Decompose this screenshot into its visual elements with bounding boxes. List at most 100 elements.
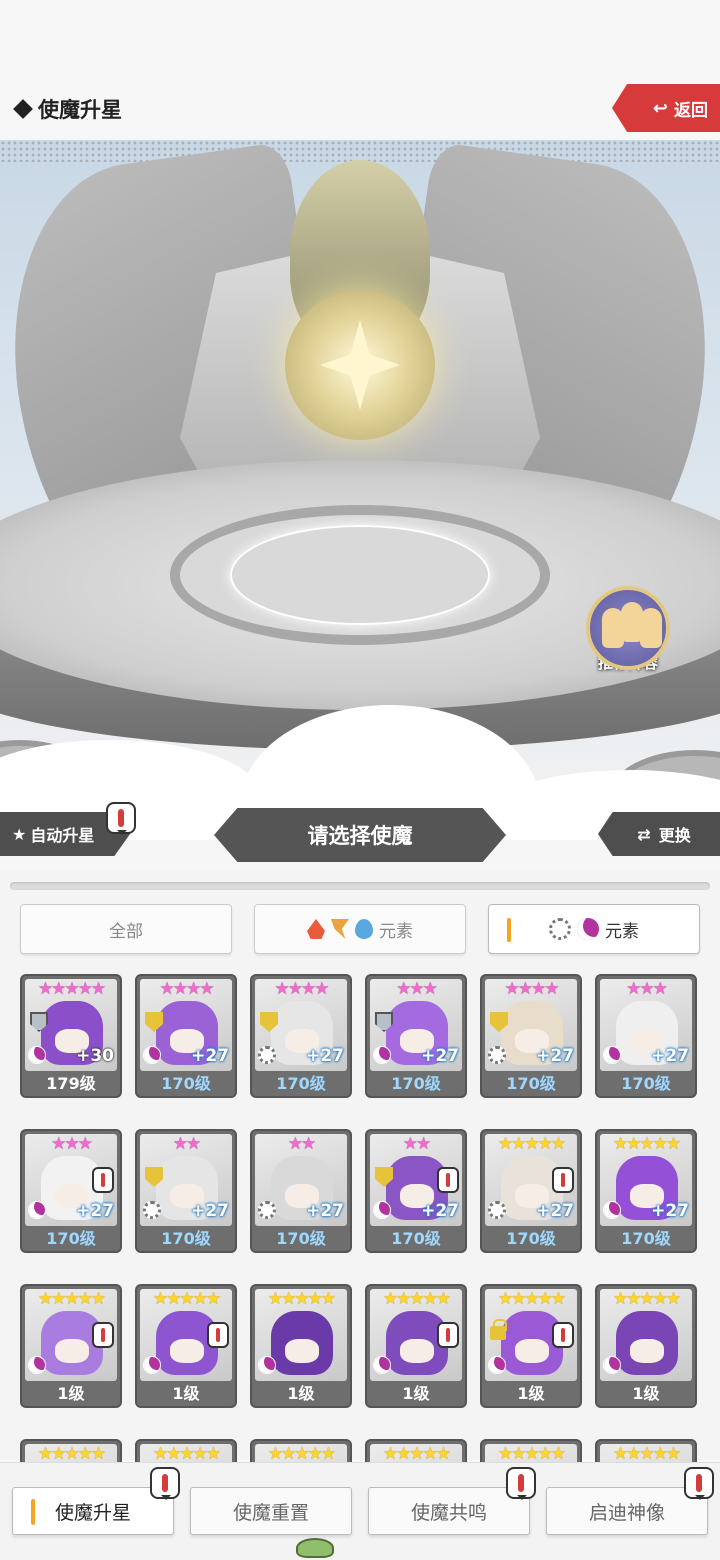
star-rating: ★★★★★: [497, 1134, 566, 1154]
dark-moon-icon: [28, 1201, 46, 1219]
alert-icon: [150, 1467, 180, 1500]
familiar-level: 170级: [621, 1229, 671, 1248]
familiar-card[interactable]: ★★★★★ +27 170级: [480, 1129, 582, 1253]
enhance-level: +27: [536, 1201, 574, 1221]
filter-all-button[interactable]: 全部: [20, 904, 232, 954]
familiar-card[interactable]: ★★★★ +27 170级: [250, 974, 352, 1098]
tab-label: 启迪神像: [588, 1501, 665, 1524]
familiar-face: [630, 1339, 664, 1363]
enhance-level: +30: [76, 1046, 114, 1066]
familiar-level: 170级: [506, 1229, 556, 1248]
dark-moon-icon: [258, 1356, 276, 1374]
familiar-level: 1级: [172, 1384, 200, 1403]
familiar-card[interactable]: ★★ +27 170级: [135, 1129, 237, 1253]
star-rating: ★★★★★: [382, 1289, 451, 1309]
magic-circle-inner: [230, 525, 490, 625]
familiar-level: 170级: [391, 1074, 441, 1093]
dark-moon-icon: [28, 1046, 46, 1064]
familiar-face: [170, 1339, 204, 1363]
familiar-card[interactable]: ★★★★★ 1级: [595, 1284, 697, 1408]
water-icon: [355, 919, 373, 939]
filter-element-label: 元素: [605, 921, 639, 942]
dark-moon-icon: [373, 1356, 391, 1374]
enhance-level: +27: [76, 1201, 114, 1221]
familiar-card[interactable]: ★★ +27 170级: [250, 1129, 352, 1253]
star-rating: ★★★: [626, 979, 668, 999]
alert-icon: [552, 1167, 574, 1193]
dark-moon-icon: [373, 1201, 391, 1219]
familiar-card[interactable]: ★★★★★ +30 179级: [20, 974, 122, 1098]
swap-label: 更换: [658, 826, 691, 845]
alert-icon: [684, 1467, 714, 1500]
familiar-card[interactable]: ★★★★★ 1级: [250, 1284, 352, 1408]
familiar-face: [285, 1339, 319, 1363]
statue-scene: [0, 140, 720, 840]
tab-label: 使魔共鸣: [410, 1501, 487, 1524]
familiar-level: 170级: [46, 1229, 96, 1248]
enhance-level: +27: [651, 1201, 689, 1221]
familiar-card[interactable]: ★★★★★ 1级: [480, 1284, 582, 1408]
back-button-label: 返回: [674, 100, 708, 121]
familiar-card[interactable]: ★★★★ +27 170级: [135, 974, 237, 1098]
familiar-face: [55, 1339, 89, 1363]
star-rating: ★★★★★: [152, 1444, 221, 1464]
star-rating: ★★★★★: [267, 1289, 336, 1309]
filter-element-basic-button[interactable]: 元素: [254, 904, 466, 954]
enhance-level: +27: [306, 1201, 344, 1221]
familiar-level: 1级: [402, 1384, 430, 1403]
swap-button[interactable]: ⇄ 更换: [598, 812, 720, 856]
alert-icon: [506, 1467, 536, 1500]
familiar-card[interactable]: ★★★ +27 170级: [20, 1129, 122, 1253]
back-button[interactable]: ↩ 返回: [612, 84, 720, 132]
familiar-card[interactable]: ★★★ +27 170级: [365, 974, 467, 1098]
light-icon: [488, 1201, 506, 1219]
tab-label: 使魔重置: [232, 1501, 309, 1524]
light-icon: [258, 1046, 276, 1064]
familiar-level: 1级: [57, 1384, 85, 1403]
familiar-level: 170级: [276, 1074, 326, 1093]
light-icon: [258, 1201, 276, 1219]
alert-icon: [437, 1322, 459, 1348]
turtle-mascot-icon: [296, 1538, 334, 1558]
familiar-card[interactable]: ★★ +27 170级: [365, 1129, 467, 1253]
swap-arrows-icon: ⇄: [637, 824, 651, 844]
dark-moon-icon: [488, 1356, 506, 1374]
light-icon: [549, 918, 571, 940]
dotted-border: [0, 140, 720, 162]
fire-icon: [307, 919, 325, 939]
star-rating: ★★: [172, 1134, 201, 1154]
alert-icon: [437, 1167, 459, 1193]
enhance-level: +27: [536, 1046, 574, 1066]
wind-icon: [331, 919, 349, 939]
star-rating: ★★★★★: [497, 1444, 566, 1464]
familiar-card[interactable]: ★★★★★ 1级: [20, 1284, 122, 1408]
dark-moon-icon: [28, 1356, 46, 1374]
familiar-level: 1级: [632, 1384, 660, 1403]
enhance-level: +27: [421, 1046, 459, 1066]
tab-familiar-reset[interactable]: 使魔重置: [190, 1487, 352, 1535]
dark-moon-icon: [603, 1356, 621, 1374]
alert-icon: [106, 802, 136, 835]
recommend-team-button[interactable]: 推荐阵容: [584, 586, 672, 673]
familiar-level: 170级: [621, 1074, 671, 1093]
enhance-level: +27: [191, 1201, 229, 1221]
star-rating: ★★: [402, 1134, 431, 1154]
enhance-level: +27: [651, 1046, 689, 1066]
alert-icon: [92, 1167, 114, 1193]
dark-moon-icon: [603, 1046, 621, 1064]
star-icon: ★: [12, 824, 27, 844]
familiar-card[interactable]: ★★★★ +27 170级: [480, 974, 582, 1098]
bottom-nav: 使魔升星 使魔重置 使魔共鸣 启迪神像: [0, 1462, 720, 1560]
familiar-card[interactable]: ★★★ +27 170级: [595, 974, 697, 1098]
alert-icon: [552, 1322, 574, 1348]
familiar-level: 170级: [161, 1074, 211, 1093]
header: 使魔升星 ↩ 返回: [0, 0, 720, 140]
choose-familiar-banner: 请选择使魔: [214, 808, 506, 862]
page-title-text: 使魔升星: [38, 98, 122, 122]
familiar-card[interactable]: ★★★★★ 1级: [135, 1284, 237, 1408]
filter-element-light-dark-button[interactable]: 元素: [488, 904, 700, 954]
star-rating: ★★★★★: [37, 1289, 106, 1309]
familiar-level: 179级: [46, 1074, 96, 1093]
familiar-card[interactable]: ★★★★★ 1级: [365, 1284, 467, 1408]
familiar-card[interactable]: ★★★★★ +27 170级: [595, 1129, 697, 1253]
